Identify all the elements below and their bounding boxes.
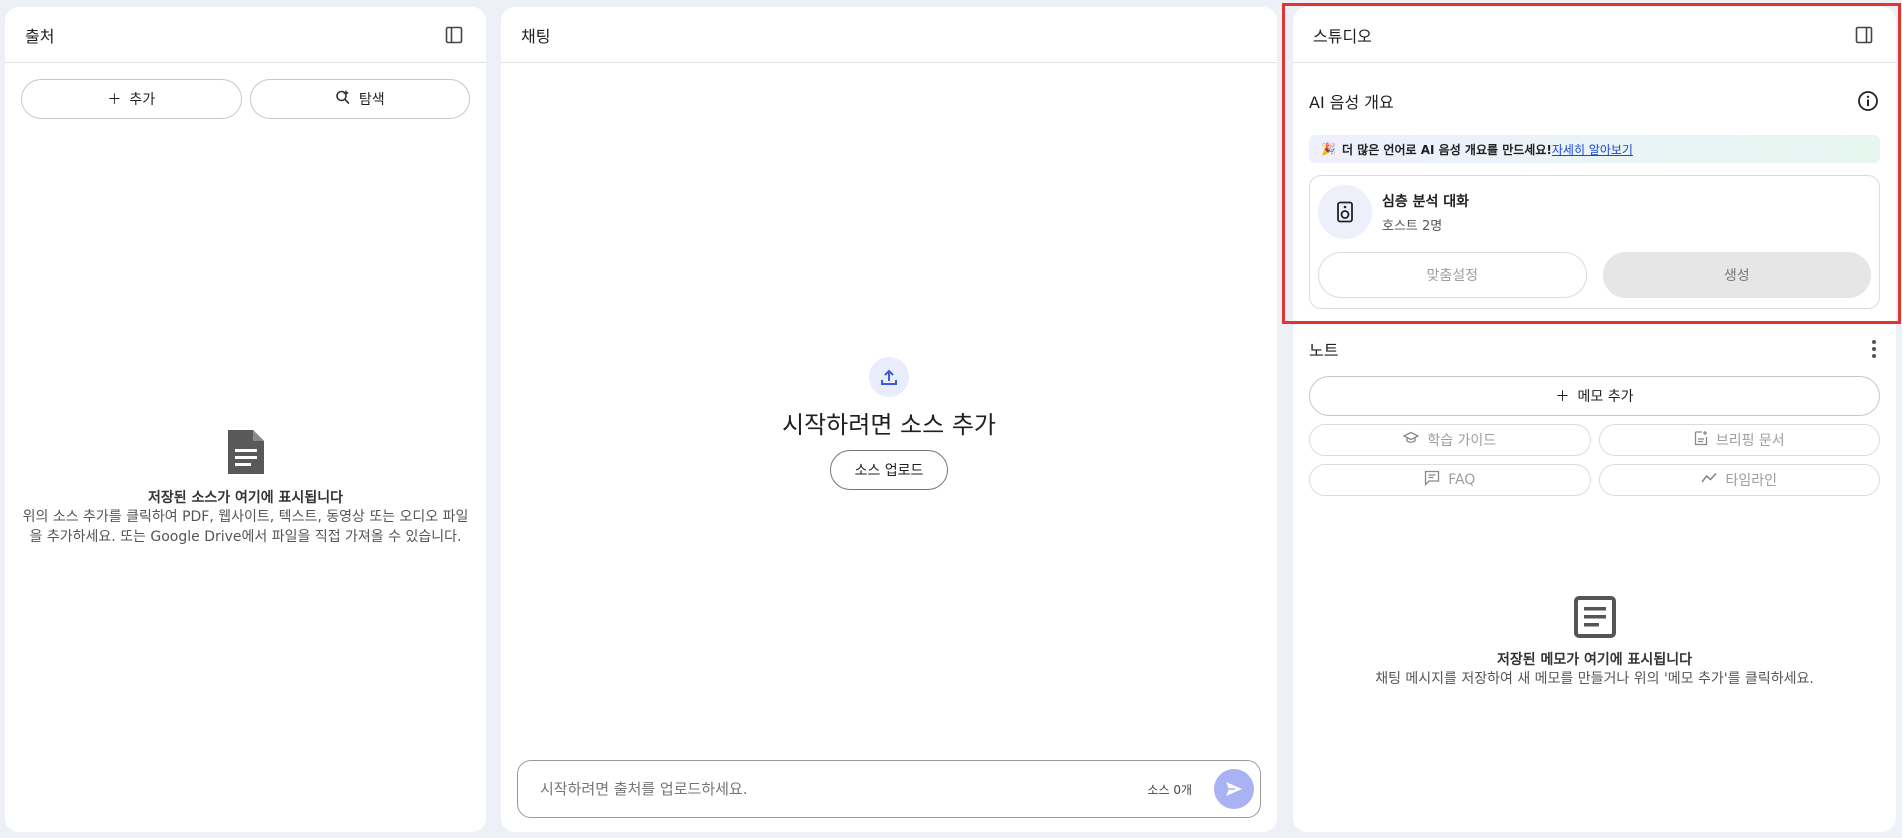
customize-button[interactable]: 맞춤설정	[1318, 252, 1587, 298]
timeline-icon	[1701, 472, 1718, 488]
notes-empty-desc: 채팅 메시지를 저장하여 새 메모를 만들거나 위의 '메모 추가'를 클릭하세…	[1375, 671, 1814, 687]
plus-icon: ＋	[1555, 389, 1570, 405]
note-icon	[1573, 595, 1617, 643]
briefing-doc-button[interactable]: 브리핑 문서	[1598, 424, 1880, 456]
audio-card-subtitle: 호스트 2명	[1382, 218, 1443, 234]
notes-empty-state: 저장된 메모가 여기에 표시됩니다 채팅 메시지를 저장하여 새 메모를 만들거…	[1293, 595, 1896, 689]
learn-more-link[interactable]: 자세히 알아보기	[1552, 141, 1633, 158]
speaker-icon	[1318, 185, 1372, 239]
upload-source-button[interactable]: 소스 업로드	[830, 450, 948, 490]
send-icon	[1226, 782, 1242, 796]
graduation-cap-icon	[1402, 431, 1420, 449]
notes-header: 노트	[1293, 324, 1896, 374]
document-icon	[225, 427, 267, 481]
chat-header: 채팅	[501, 7, 1277, 63]
upload-icon	[869, 357, 909, 397]
sources-header: 출처	[5, 7, 486, 63]
collapse-panel-icon[interactable]	[1852, 23, 1876, 47]
collapse-panel-icon[interactable]	[442, 23, 466, 47]
chat-input[interactable]	[540, 780, 1148, 798]
faq-button[interactable]: FAQ	[1309, 464, 1591, 496]
send-button[interactable]	[1214, 769, 1254, 809]
audio-overview-header: AI 음성 개요	[1293, 89, 1896, 113]
timeline-button[interactable]: 타임라인	[1598, 464, 1880, 496]
sources-empty-desc: 위의 소스 추가를 클릭하여 PDF, 웹사이트, 텍스트, 동영상 또는 오디…	[22, 509, 469, 545]
studio-header: 스튜디오	[1293, 7, 1896, 63]
plus-icon: ＋	[107, 92, 122, 108]
chat-empty-state: 시작하려면 소스 추가 소스 업로드	[501, 357, 1277, 490]
sources-panel: 출처 ＋ 추가 탐색 저장된 소스가 여기에 표시됩니다 위의 소스 추가를 클…	[5, 7, 486, 832]
chat-bubble-icon	[1424, 470, 1440, 490]
sources-title: 출처	[25, 26, 55, 46]
more-vert-icon[interactable]	[1862, 337, 1886, 361]
audio-card-title: 심층 분석 대화	[1382, 193, 1470, 210]
chat-panel: 채팅 시작하려면 소스 추가 소스 업로드 소스 0개	[501, 7, 1277, 832]
sources-empty-title: 저장된 소스가 여기에 표시됩니다	[148, 490, 343, 506]
language-banner: 🎉 더 많은 언어로 AI 음성 개요를 만드세요! 자세히 알아보기	[1309, 135, 1880, 163]
search-spark-icon	[335, 89, 351, 109]
party-icon: 🎉	[1321, 142, 1336, 156]
generate-button[interactable]: 생성	[1602, 252, 1871, 298]
studio-panel: 스튜디오 AI 음성 개요 🎉 더 많은 언어로 AI 음성 개요를 만드세요!…	[1293, 7, 1896, 832]
info-icon[interactable]	[1856, 89, 1880, 113]
notes-empty-title: 저장된 메모가 여기에 표시됩니다	[1497, 652, 1692, 668]
doc-add-icon	[1694, 430, 1708, 450]
sources-empty-state: 저장된 소스가 여기에 표시됩니다 위의 소스 추가를 클릭하여 PDF, 웹사…	[5, 427, 486, 547]
audio-overview-card: 심층 분석 대화 호스트 2명 맞춤설정 생성	[1309, 175, 1880, 309]
source-count: 소스 0개	[1147, 782, 1192, 797]
audio-overview-title: AI 음성 개요	[1309, 93, 1394, 112]
chat-input-box: 소스 0개	[517, 760, 1261, 818]
add-note-button[interactable]: ＋ 메모 추가	[1309, 376, 1880, 416]
notes-title: 노트	[1309, 341, 1339, 360]
chat-heading: 시작하려면 소스 추가	[782, 411, 996, 439]
study-guide-button[interactable]: 학습 가이드	[1309, 424, 1591, 456]
add-source-button[interactable]: ＋ 추가	[21, 79, 242, 119]
studio-title: 스튜디오	[1313, 26, 1372, 46]
chat-title: 채팅	[521, 26, 551, 46]
explore-source-button[interactable]: 탐색	[249, 79, 470, 119]
banner-text: 더 많은 언어로 AI 음성 개요를 만드세요!	[1341, 142, 1552, 157]
